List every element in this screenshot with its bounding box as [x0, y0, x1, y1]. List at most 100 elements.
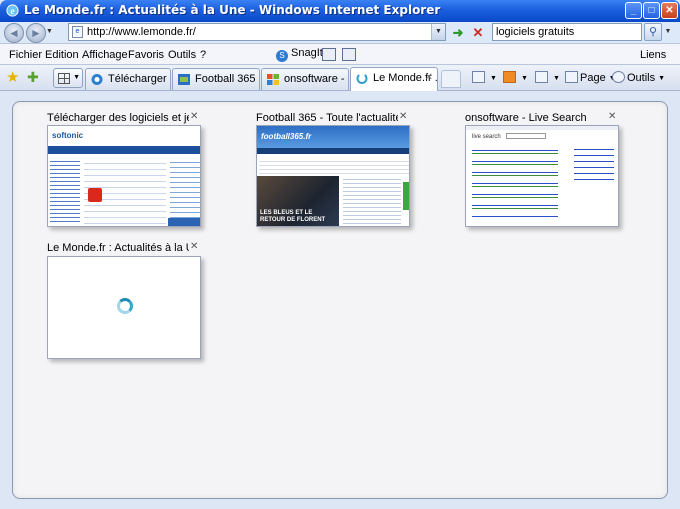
favorites-star-icon[interactable]: ★ [6, 70, 19, 85]
snagit-label: SnagIt [291, 47, 323, 59]
thumbnail-live-search[interactable]: live search [465, 125, 619, 227]
search-icon[interactable]: ⚲ [644, 23, 662, 41]
mini-text [259, 158, 409, 174]
snagit-icon: S [276, 50, 288, 62]
address-url[interactable]: http://www.lemonde.fr/ [87, 26, 196, 38]
back-button[interactable]: ◄ [4, 23, 24, 43]
tab-bar: ★ ✚ ▼ Télécharger des... Football 365 - … [0, 65, 680, 91]
thumbnail-title: Football 365 - Toute l'actualité du foot [256, 112, 398, 124]
forward-button[interactable]: ► [26, 23, 46, 43]
avira-icon [88, 188, 102, 202]
photo-caption: LES BLEUS ET LE RETOUR DE FLORENT [260, 210, 326, 223]
mini-footer [168, 218, 200, 226]
ie-loading-icon [356, 73, 368, 84]
snagit-catalog-icon[interactable] [342, 48, 356, 61]
feeds-button[interactable]: ▼ [503, 71, 528, 84]
snagit-button[interactable]: S SnagIt [276, 47, 323, 62]
quick-tabs-button[interactable]: ▼ [53, 68, 83, 88]
page-icon: e [72, 26, 83, 38]
mini-header: football365.fr [257, 126, 409, 148]
close-button[interactable]: ✕ [661, 2, 678, 19]
menu-fichier[interactable]: Fichier [9, 49, 42, 61]
menu-help[interactable]: ? [200, 49, 206, 61]
print-dropdown-icon[interactable]: ▼ [553, 75, 560, 82]
tools-dropdown-icon[interactable]: ▼ [658, 75, 665, 82]
tab-label: Football 365 - T... [195, 73, 259, 85]
maximize-button[interactable]: □ [643, 2, 660, 19]
print-button[interactable]: ▼ [535, 71, 560, 84]
loading-spinner-icon [117, 298, 133, 314]
quick-tabs-view: Télécharger des logiciels et jeux gra...… [0, 91, 680, 509]
mini-logo: football365.fr [261, 132, 312, 141]
quick-tabs-icon [58, 73, 70, 84]
thumbnail-close-icon[interactable]: ✕ [608, 111, 616, 122]
page-menu-button[interactable]: Page▼ [565, 71, 616, 84]
mini-topbar [466, 126, 618, 130]
gear-icon [612, 71, 625, 83]
links-button[interactable]: Liens [640, 49, 666, 61]
address-dropdown-icon[interactable]: ▼ [431, 24, 445, 40]
tools-menu-button[interactable]: Outils ▼ [612, 71, 665, 84]
mini-sidebar [574, 144, 614, 184]
tab-onsoftware[interactable]: onsoftware - Liv... [261, 68, 349, 90]
history-dropdown-icon[interactable]: ▼ [46, 28, 53, 35]
add-favorite-icon[interactable]: ✚ [27, 70, 39, 84]
tab-label: Télécharger des... [108, 73, 170, 85]
go-button[interactable]: ➜ [450, 25, 466, 40]
mini-search-box [506, 133, 546, 139]
tab-list-dropdown-icon[interactable]: ▼ [73, 74, 80, 81]
page-icon [565, 71, 578, 83]
window-title: Le Monde.fr : Actualités à la Une - Wind… [24, 3, 441, 17]
thumbnail-close-icon[interactable]: ✕ [190, 111, 198, 122]
football365-icon [178, 74, 190, 85]
menu-outils[interactable]: Outils [168, 49, 196, 61]
address-bar[interactable]: e http://www.lemonde.fr/ ▼ [68, 23, 446, 41]
thumbnail-softonic[interactable]: softonic [47, 125, 201, 227]
mini-header: softonic [48, 126, 200, 148]
tab-football365[interactable]: Football 365 - T... [172, 68, 260, 90]
menu-edition[interactable]: Edition [45, 49, 79, 61]
feeds-dropdown-icon[interactable]: ▼ [521, 75, 528, 82]
window-titlebar: e Le Monde.fr : Actualités à la Une - Wi… [0, 0, 680, 22]
snagit-capture-icon[interactable] [322, 48, 336, 61]
search-dropdown-icon[interactable]: ▼ [662, 23, 674, 41]
mini-photo: LES BLEUS ET LE RETOUR DE FLORENT [257, 176, 339, 226]
svg-text:e: e [10, 7, 14, 17]
mini-logo: softonic [52, 131, 84, 140]
mini-right-column [170, 158, 200, 224]
tab-label: onsoftware - Liv... [284, 73, 348, 85]
page-menu-label: Page [580, 72, 606, 84]
mini-navbar [48, 146, 200, 154]
softonic-icon [91, 74, 103, 85]
thumbnail-title: Télécharger des logiciels et jeux gra... [47, 112, 189, 124]
mini-results [472, 146, 558, 218]
address-toolbar: ◄ ► ▼ e http://www.lemonde.fr/ ▼ ➜ ✕ log… [0, 22, 680, 43]
home-button[interactable]: ▼ [472, 71, 497, 84]
thumbnail-title: onsoftware - Live Search [465, 112, 587, 124]
search-query[interactable]: logiciels gratuits [496, 26, 574, 38]
menu-favoris[interactable]: Favoris [128, 49, 164, 61]
close-tab-icon[interactable]: ✕ [425, 72, 433, 83]
minimize-button[interactable]: _ [625, 2, 642, 19]
home-dropdown-icon[interactable]: ▼ [490, 75, 497, 82]
menu-bar: Fichier Edition Affichage Favoris Outils… [0, 43, 680, 65]
mini-ad [403, 182, 409, 210]
mini-logo: live search [472, 134, 501, 140]
thumbnail-title: Le Monde.fr : Actualités à la Une [47, 242, 189, 254]
windows-icon [267, 74, 279, 85]
rss-icon [503, 71, 516, 83]
home-icon [472, 71, 485, 83]
tab-telecharger[interactable]: Télécharger des... [85, 68, 171, 90]
new-tab-button[interactable] [441, 70, 461, 88]
printer-icon [535, 71, 548, 83]
search-input[interactable]: logiciels gratuits [492, 23, 642, 41]
thumbnail-close-icon[interactable]: ✕ [399, 111, 407, 122]
tab-lemonde-active[interactable]: Le Monde.fr ... ✕ [350, 67, 438, 91]
thumbnail-lemonde[interactable] [47, 256, 201, 359]
menu-affichage[interactable]: Affichage [82, 49, 128, 61]
thumbnail-close-icon[interactable]: ✕ [190, 241, 198, 252]
stop-button[interactable]: ✕ [470, 25, 486, 40]
ie-logo-icon: e [6, 4, 19, 17]
thumbnail-football365[interactable]: football365.fr LES BLEUS ET LE RETOUR DE… [256, 125, 410, 227]
mini-table [343, 176, 401, 226]
